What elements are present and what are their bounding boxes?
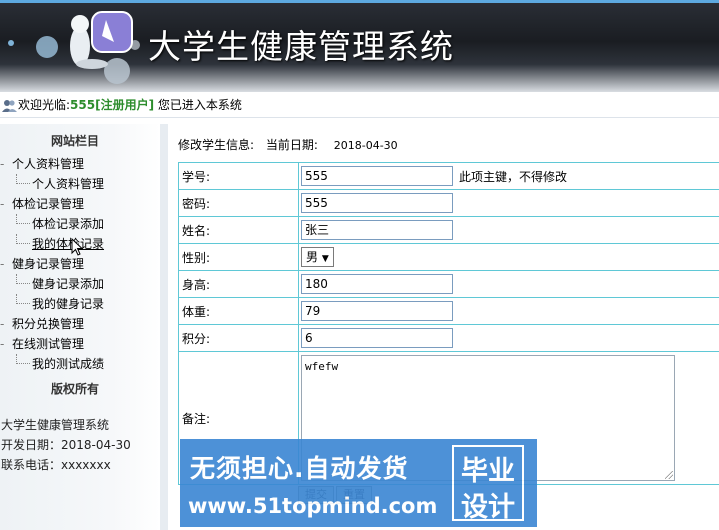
sidebar-group-label: 个人资料管理 — [12, 157, 85, 171]
app-logo-icon — [70, 11, 133, 69]
sidebar-item-fitness-add[interactable]: 健身记录添加 — [16, 274, 104, 294]
sidebar-group-checkup[interactable]: - 体检记录管理 — [0, 194, 84, 214]
watermark-banner: 无须担心.自动发货 www.51topmind.com 毕业 设计 — [180, 439, 537, 527]
sidebar: 网站栏目 - 个人资料管理 个人资料管理 - 体检记录管理 体检记录添加 我的体检记… — [0, 124, 160, 530]
page-title: 大学生健康管理系统 — [148, 27, 454, 66]
welcome-suffix: 您已进入本系统 — [154, 98, 242, 112]
current-date: 2018-04-30 — [333, 139, 398, 152]
sidebar-item-my-tests[interactable]: 我的测试成绩 — [16, 354, 104, 374]
decor-bubble — [8, 40, 14, 46]
form-row-weight: 体重: 79 — [178, 297, 719, 325]
welcome-bar: 欢迎光临:555[注册用户] 您已进入本系统 — [0, 92, 719, 118]
header-banner: 大学生健康管理系统 — [0, 0, 719, 92]
info-system-name: 大学生健康管理系统 — [1, 418, 110, 432]
remark-text: wfefw — [305, 360, 339, 373]
sidebar-title: 网站栏目 — [50, 134, 99, 148]
sidebar-item-my-fitness[interactable]: 我的健身记录 — [16, 294, 104, 314]
field-label: 身高: — [178, 270, 299, 298]
sidebar-item-label: 体检记录添加 — [32, 217, 105, 231]
tree-collapse-icon: - — [0, 337, 5, 351]
sidebar-group-label: 健身记录管理 — [12, 257, 85, 271]
sidebar-group-tests[interactable]: - 在线测试管理 — [0, 334, 84, 354]
info-phone: 联系电话：xxxxxxx — [1, 458, 111, 472]
form-heading: 修改学生信息: 当前日期: 2018-04-30 — [178, 136, 398, 153]
tree-collapse-icon: - — [0, 157, 5, 171]
tree-branch-icon — [16, 174, 30, 184]
dropdown-arrow-icon: ▼ — [321, 254, 329, 264]
height-input[interactable]: 180 — [301, 274, 453, 294]
sidebar-group-label: 在线测试管理 — [12, 337, 85, 351]
sidebar-item-my-checkups[interactable]: 我的体检记录 — [16, 234, 104, 254]
tree-collapse-icon: - — [0, 317, 5, 331]
points-input[interactable]: 6 — [301, 328, 453, 348]
tree-branch-icon — [16, 354, 30, 364]
sidebar-group-points[interactable]: - 积分兑换管理 — [0, 314, 84, 334]
tree-branch-icon — [16, 234, 30, 244]
form-row-id: 学号: 555 此项主键，不得修改 — [178, 162, 719, 190]
sidebar-group-profile[interactable]: - 个人资料管理 — [0, 154, 84, 174]
welcome-prefix: 欢迎光临: — [18, 98, 71, 112]
tree-branch-icon — [16, 214, 30, 224]
field-label: 性别: — [178, 243, 299, 271]
tree-branch-icon — [16, 294, 30, 304]
field-label: 姓名: — [178, 216, 299, 244]
sidebar-item-label: 个人资料管理 — [32, 177, 105, 191]
gender-select[interactable]: 男 ▼ — [301, 247, 334, 267]
date-label: 当前日期: — [265, 138, 318, 152]
watermark-slogan: 无须担心.自动发货 — [190, 454, 409, 483]
student-id-input[interactable]: 555 — [301, 166, 453, 186]
form-row-name: 姓名: 张三 — [178, 216, 719, 244]
primary-key-note: 此项主键，不得修改 — [459, 169, 568, 184]
watermark-badge-line2: 设计 — [461, 492, 515, 523]
form-row-height: 身高: 180 — [178, 270, 719, 298]
watermark-badge: 毕业 设计 — [452, 445, 524, 523]
tree-branch-icon — [16, 274, 30, 284]
sidebar-item-label: 我的健身记录 — [32, 297, 105, 311]
sidebar-item-profile[interactable]: 个人资料管理 — [16, 174, 104, 194]
field-label: 密码: — [178, 189, 299, 217]
sidebar-item-label: 健身记录添加 — [32, 277, 105, 291]
sidebar-group-fitness[interactable]: - 健身记录管理 — [0, 254, 84, 274]
decor-bubble — [36, 36, 58, 58]
tree-collapse-icon: - — [0, 197, 5, 211]
info-dev-date: 开发日期：2018-04-30 — [1, 438, 131, 452]
form-row-password: 密码: 555 — [178, 189, 719, 217]
field-label: 体重: — [178, 297, 299, 325]
header-top-line — [0, 0, 719, 3]
field-label: 积分: — [178, 324, 299, 352]
heading-label: 修改学生信息: — [178, 138, 255, 152]
welcome-username: 555[注册用户] — [70, 98, 155, 112]
sidebar-item-label: 我的体检记录 — [32, 237, 105, 251]
sidebar-item-checkup-add[interactable]: 体检记录添加 — [16, 214, 104, 234]
sidebar-group-label: 积分兑换管理 — [12, 317, 85, 331]
watermark-badge-line1: 毕业 — [461, 456, 515, 487]
mouse-cursor-icon — [71, 238, 83, 256]
name-input[interactable]: 张三 — [301, 220, 453, 240]
form-row-points: 积分: 6 — [178, 324, 719, 352]
field-label: 学号: — [178, 162, 299, 190]
sidebar-group-label: 体检记录管理 — [12, 197, 85, 211]
student-form-table: 学号: 555 此项主键，不得修改 密码: 555 姓名: 张三 性别: 男 ▼ … — [178, 162, 719, 485]
sidebar-divider — [160, 124, 168, 530]
watermark-url: www.51topmind.com — [188, 494, 438, 518]
users-icon — [2, 100, 17, 112]
copyright-title: 版权所有 — [50, 382, 99, 396]
password-input[interactable]: 555 — [301, 193, 453, 213]
weight-input[interactable]: 79 — [301, 301, 453, 321]
form-row-gender: 性别: 男 ▼ — [178, 243, 719, 271]
resize-grip-icon[interactable] — [665, 471, 673, 479]
gender-value: 男 — [306, 250, 319, 264]
sidebar-item-label: 我的测试成绩 — [32, 357, 105, 371]
tree-collapse-icon: - — [0, 257, 5, 271]
